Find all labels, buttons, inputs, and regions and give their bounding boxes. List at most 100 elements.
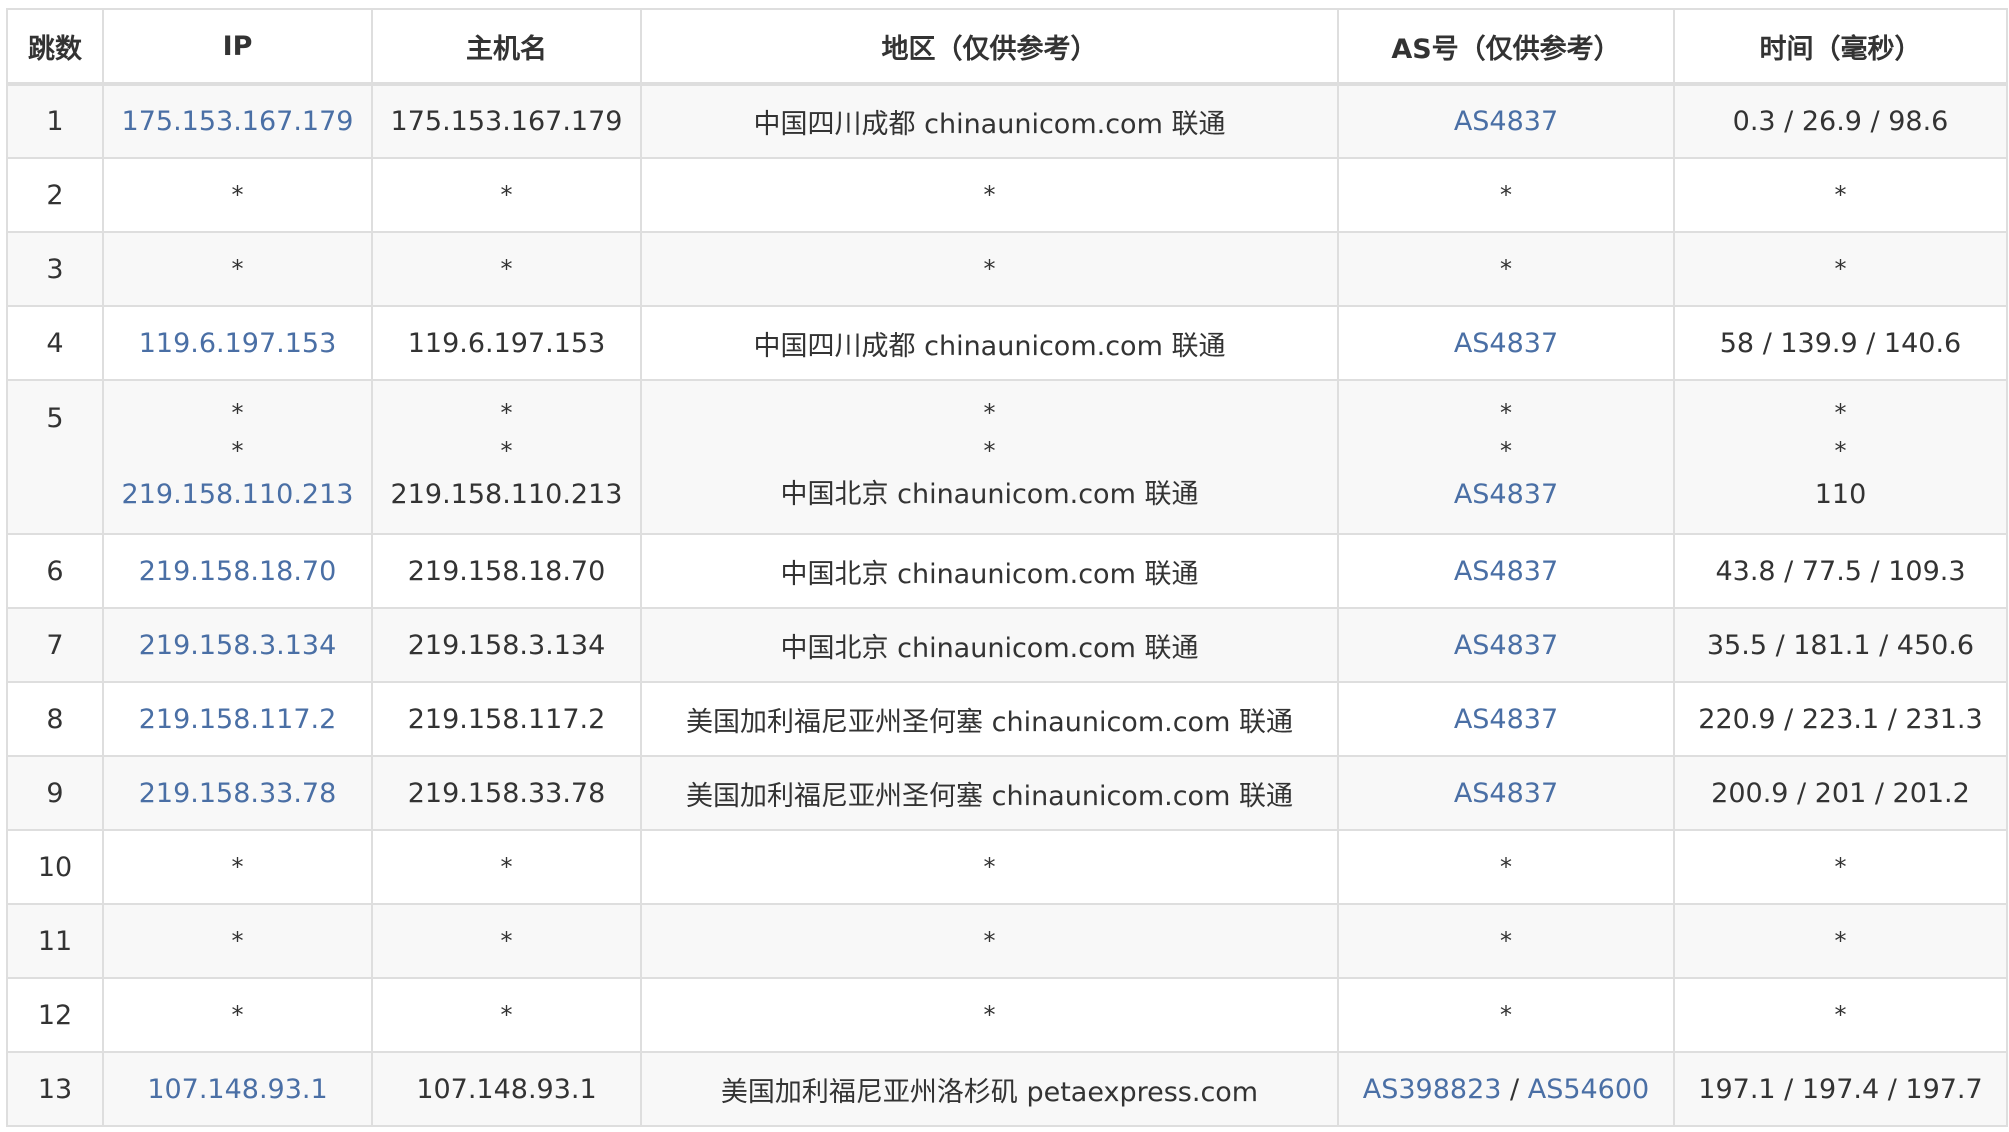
ip-cell-text: *	[231, 853, 244, 881]
region-cell: 中国北京 chinaunicom.com 联通	[640, 607, 1339, 683]
region-cell-text: 中国北京 chinaunicom.com 联通	[780, 479, 1199, 510]
hostname-cell-star: *	[500, 399, 513, 427]
ip-cell-link[interactable]: 119.6.197.153	[139, 328, 337, 359]
ip-cell: *	[102, 903, 373, 979]
as-cell-text: *	[1500, 255, 1512, 283]
as-cell: AS4837	[1337, 305, 1675, 381]
table-row: 5 * * 219.158.110.213 * * 219.158.110.213 * * 中国北…	[6, 379, 2008, 535]
hostname-cell: *	[371, 829, 642, 905]
region-cell: *	[640, 231, 1339, 307]
ip-cell: * * 219.158.110.213	[102, 379, 373, 535]
as-cell-link[interactable]: AS4837	[1345, 470, 1667, 520]
hostname-cell: *	[371, 903, 642, 979]
table-row: 4 119.6.197.153 119.6.197.153 中国四川成都 chinau…	[6, 305, 2008, 381]
time-cell: 197.1 / 197.4 / 197.7	[1673, 1051, 2008, 1127]
ip-cell-text: *	[231, 1001, 244, 1029]
hop-cell: 1	[6, 83, 104, 159]
time-cell: *	[1673, 903, 2008, 979]
hop-cell: 10	[6, 829, 104, 905]
as-cell-link[interactable]: AS4837	[1454, 778, 1558, 809]
as-cell-star: *	[1500, 399, 1512, 427]
hop-cell: 6	[6, 533, 104, 609]
ip-cell-link[interactable]: 219.158.110.213	[110, 470, 365, 520]
as-cell-link[interactable]: AS4837	[1454, 556, 1558, 587]
hostname-cell: *	[371, 231, 642, 307]
table-row: 8 219.158.117.2 219.158.117.2 美国加利福尼亚州圣何塞 c…	[6, 681, 2008, 757]
region-cell: 中国四川成都 chinaunicom.com 联通	[640, 305, 1339, 381]
hostname-cell-text: 219.158.117.2	[407, 703, 606, 735]
hostname-cell-text: *	[500, 1001, 513, 1029]
as-cell-link[interactable]: AS4837	[1454, 106, 1558, 137]
time-cell: *	[1673, 977, 2008, 1053]
hop-cell: 7	[6, 607, 104, 683]
ip-cell-link[interactable]: 219.158.117.2	[139, 704, 337, 735]
hostname-cell-text: 219.158.33.78	[407, 777, 606, 809]
region-cell: *	[640, 157, 1339, 233]
hostname-cell: * * 219.158.110.213	[371, 379, 642, 535]
hop-cell: 2	[6, 157, 104, 233]
ip-cell: 219.158.33.78	[102, 755, 373, 831]
time-cell: 58 / 139.9 / 140.6	[1673, 305, 2008, 381]
hop-number: 12	[37, 999, 73, 1031]
region-cell-text: *	[983, 927, 996, 955]
time-cell-text: 58 / 139.9 / 140.6	[1719, 327, 1962, 359]
hop-number: 13	[37, 1073, 73, 1105]
as-cell-link[interactable]: AS54600	[1528, 1074, 1650, 1105]
time-cell: 35.5 / 181.1 / 450.6	[1673, 607, 2008, 683]
as-cell-star: *	[1500, 437, 1512, 465]
region-cell: *	[640, 903, 1339, 979]
time-cell-text: 110	[1814, 479, 1867, 510]
ip-cell-link[interactable]: 175.153.167.179	[122, 106, 354, 137]
as-cell-text: *	[1500, 927, 1512, 955]
hop-number: 3	[46, 253, 64, 285]
header-hop: 跳数	[6, 8, 104, 86]
hostname-cell: 107.148.93.1	[371, 1051, 642, 1127]
time-cell-text: 200.9 / 201 / 201.2	[1711, 777, 1970, 809]
hop-cell: 3	[6, 231, 104, 307]
ip-cell-text: *	[231, 255, 244, 283]
hostname-cell-text: 119.6.197.153	[407, 327, 606, 359]
ip-cell: *	[102, 977, 373, 1053]
ip-cell: *	[102, 829, 373, 905]
hop-cell: 9	[6, 755, 104, 831]
table-row: 12 * * * * *	[6, 977, 2008, 1053]
table-row: 1 175.153.167.179 175.153.167.179 中国四川成都 ch…	[6, 83, 2008, 159]
hop-number: 6	[46, 555, 64, 587]
as-cell-link[interactable]: AS4837	[1454, 704, 1558, 735]
table-row: 13 107.148.93.1 107.148.93.1 美国加利福尼亚州洛杉矶 pe…	[6, 1051, 2008, 1127]
hop-cell: 5	[6, 379, 104, 535]
as-cell-link[interactable]: AS398823	[1363, 1074, 1502, 1105]
ip-cell: 219.158.18.70	[102, 533, 373, 609]
table-row: 2 * * * * *	[6, 157, 2008, 233]
ip-cell-link[interactable]: 219.158.18.70	[139, 556, 337, 587]
hostname-cell-text: 219.158.18.70	[407, 555, 606, 587]
table-row: 11 * * * * *	[6, 903, 2008, 979]
region-cell: 美国加利福尼亚州圣何塞 chinaunicom.com 联通	[640, 755, 1339, 831]
hostname-cell-text: *	[500, 181, 513, 209]
time-cell-text: *	[1834, 1001, 1847, 1029]
hop-cell: 4	[6, 305, 104, 381]
hostname-cell: 219.158.3.134	[371, 607, 642, 683]
region-cell: 美国加利福尼亚州圣何塞 chinaunicom.com 联通	[640, 681, 1339, 757]
as-cell: AS4837	[1337, 533, 1675, 609]
as-cell-link[interactable]: AS4837	[1454, 630, 1558, 661]
ip-cell-link[interactable]: 107.148.93.1	[147, 1074, 327, 1105]
header-hostname: 主机名	[371, 8, 642, 86]
ip-cell-star: *	[231, 437, 244, 465]
ip-cell-link[interactable]: 219.158.3.134	[139, 630, 337, 661]
hop-number: 8	[46, 703, 64, 735]
region-cell-text: *	[983, 181, 996, 209]
ip-cell-link[interactable]: 219.158.33.78	[139, 778, 337, 809]
ip-cell-star: *	[231, 399, 244, 427]
region-cell: 中国北京 chinaunicom.com 联通	[640, 533, 1339, 609]
hostname-cell: *	[371, 157, 642, 233]
region-cell-text: 美国加利福尼亚州圣何塞 chinaunicom.com 联通	[686, 780, 1293, 812]
as-cell: AS4837	[1337, 607, 1675, 683]
region-cell: * * 中国北京 chinaunicom.com 联通	[640, 379, 1339, 535]
as-cell: AS4837	[1337, 755, 1675, 831]
as-cell-text: *	[1500, 853, 1512, 881]
as-cell: *	[1337, 231, 1675, 307]
hop-number: 9	[46, 777, 64, 809]
as-cell-link[interactable]: AS4837	[1454, 328, 1558, 359]
table-row: 3 * * * * *	[6, 231, 2008, 307]
